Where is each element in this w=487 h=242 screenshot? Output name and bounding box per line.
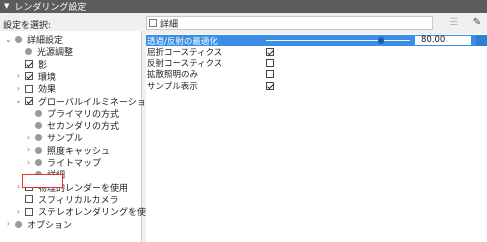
property-checkbox[interactable] xyxy=(266,81,274,90)
property-label: 透過/反射の最適化 xyxy=(147,36,218,47)
chevron-right-icon[interactable]: › xyxy=(24,158,33,167)
title-field-value: 詳細 xyxy=(160,19,179,30)
property-row[interactable]: 屈折コースティクス xyxy=(146,46,487,58)
property-checkbox[interactable] xyxy=(266,59,274,68)
tree-item[interactable]: 影 xyxy=(14,58,47,71)
tree-item-label: セカンダリの方式 xyxy=(47,122,120,133)
tree-item-label: 効果 xyxy=(38,85,57,96)
collapse-triangle-icon[interactable]: ▼ xyxy=(4,3,9,10)
tree-checkbox[interactable] xyxy=(25,97,33,105)
tree-item-label: サンプル xyxy=(47,134,83,145)
selected-item-highlight xyxy=(22,174,63,188)
tree-item[interactable]: プライマリの方式 xyxy=(24,107,119,120)
property-label: 反射コースティクス xyxy=(147,59,223,70)
chevron-down-icon[interactable]: ⌄ xyxy=(4,35,13,44)
chevron-right-icon[interactable]: › xyxy=(14,72,23,80)
chevron-right-icon[interactable]: › xyxy=(24,133,33,142)
node-dot-icon xyxy=(35,109,42,117)
node-dot-icon xyxy=(35,134,42,142)
tree-item-label: 光源調整 xyxy=(37,48,74,59)
chevron-right-icon[interactable]: › xyxy=(4,220,13,228)
slider-value-input[interactable]: 80.00 xyxy=(414,35,472,46)
chevron-right-icon[interactable]: › xyxy=(14,84,23,93)
edit-icon[interactable]: ✎ xyxy=(470,16,484,30)
tree-item[interactable]: › 環境 xyxy=(14,70,56,83)
tree-item-label: 影 xyxy=(38,60,48,71)
tree-item-label: 環境 xyxy=(38,72,57,83)
tree-item[interactable]: › 照度キャッシュ xyxy=(24,144,110,157)
property-label: サンプル表示 xyxy=(147,81,198,92)
tree-item[interactable]: › オプション xyxy=(4,218,72,231)
tree-item-label: 照度キャッシュ xyxy=(47,146,111,157)
title-field[interactable]: 詳細 xyxy=(146,16,433,30)
property-checkbox[interactable] xyxy=(266,47,274,56)
tree-item-label: プライマリの方式 xyxy=(47,109,120,120)
tree-item[interactable]: スフィリカルカメラ xyxy=(14,193,119,206)
tree-checkbox[interactable] xyxy=(25,72,33,81)
slider-track[interactable] xyxy=(266,40,410,41)
settings-select-label: 設定を選択: xyxy=(3,21,52,31)
render-settings-header[interactable]: ▼ レンダリング設定 xyxy=(0,0,487,13)
tree-item[interactable]: › 効果 xyxy=(14,82,56,95)
slider-thumb[interactable] xyxy=(378,37,385,44)
header-title: レンダリング設定 xyxy=(14,3,87,13)
node-dot-icon xyxy=(15,220,22,228)
tree-item-label: ステレオレンダリングを使用 xyxy=(38,208,156,219)
node-dot-icon xyxy=(25,48,32,56)
chevron-right-icon[interactable]: › xyxy=(24,146,33,154)
value-stepper-button[interactable] xyxy=(476,35,487,46)
node-dot-icon xyxy=(35,159,42,166)
tree-item-label: オプション xyxy=(27,220,73,231)
tree-item[interactable]: ⌄ 詳細設定 xyxy=(4,33,63,46)
tree-checkbox[interactable] xyxy=(25,84,33,93)
tree-item[interactable]: › サンプル xyxy=(24,131,83,144)
property-label: 屈折コースティクス xyxy=(147,47,223,58)
node-dot-icon xyxy=(15,36,22,43)
tree-checkbox[interactable] xyxy=(25,195,33,204)
tree-item-label: グローバルイルミネーション xyxy=(38,97,155,108)
properties-panel: 透過/反射の最適化 80.00 屈折コースティクス 反射コースティクス 拡散照明のみ サン… xyxy=(146,34,487,242)
title-field-checkbox[interactable] xyxy=(149,19,157,27)
tree-item-label: ライトマップ xyxy=(47,159,102,169)
chevron-right-icon[interactable]: › xyxy=(14,207,23,216)
property-checkbox[interactable] xyxy=(266,70,274,79)
tree-item[interactable]: 光源調整 xyxy=(14,45,73,58)
tree-item[interactable]: ⌄ グローバルイルミネーション xyxy=(14,95,155,108)
property-row[interactable]: 拡散照明のみ xyxy=(146,69,487,80)
property-row[interactable]: 反射コースティクス xyxy=(146,58,487,69)
chevron-down-icon[interactable]: ⌄ xyxy=(14,97,23,105)
tree-checkbox[interactable] xyxy=(25,207,33,216)
tree-item[interactable]: › ステレオレンダリングを使用 xyxy=(14,205,155,218)
node-dot-icon xyxy=(35,146,42,154)
tree-item-label: 詳細設定 xyxy=(27,36,64,46)
tree-item[interactable]: › ライトマップ xyxy=(24,156,101,169)
property-row[interactable]: 透過/反射の最適化 80.00 xyxy=(146,35,487,47)
tree-item-label: スフィリカルカメラ xyxy=(38,195,119,206)
tree-item[interactable]: セカンダリの方式 xyxy=(24,119,119,132)
property-label: 拡散照明のみ xyxy=(147,70,199,81)
node-dot-icon xyxy=(35,122,42,130)
tree-checkbox[interactable] xyxy=(25,60,33,69)
property-row[interactable]: サンプル表示 xyxy=(146,80,487,92)
settings-tree: ⌄ 詳細設定光源調整影 › 環境 › 効果 ⌄ グローバルイルミネーション プライマリの方式 セカ… xyxy=(0,31,155,242)
list-filter-icon[interactable]: ☰ xyxy=(446,16,462,30)
